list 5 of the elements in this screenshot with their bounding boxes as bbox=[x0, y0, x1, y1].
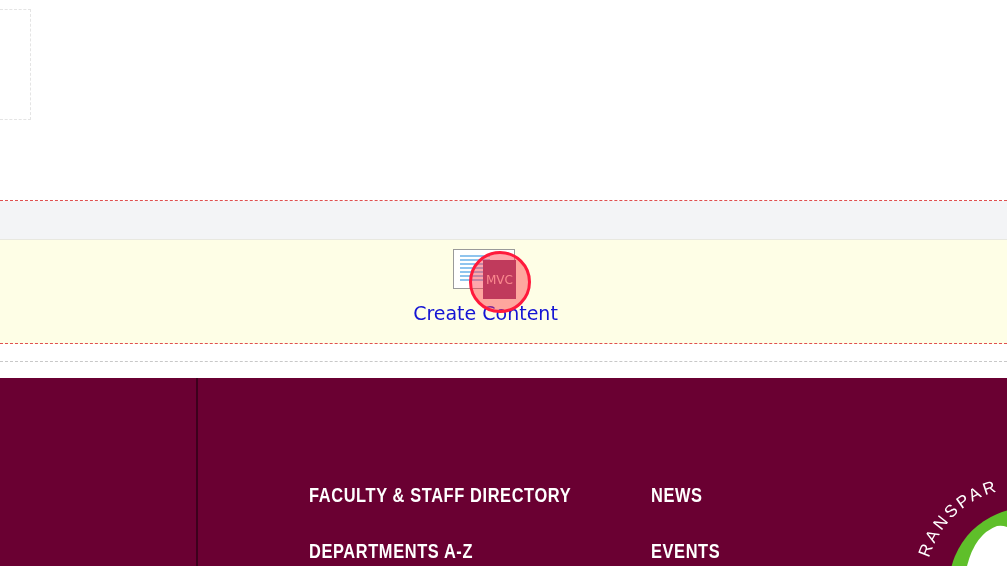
footer-link[interactable]: FACULTY & STAFF DIRECTORY bbox=[309, 482, 572, 508]
footer-link[interactable]: EVENTS bbox=[651, 538, 721, 564]
mvc-badge: MVC bbox=[483, 260, 516, 299]
footer-link[interactable]: DEPARTMENTS A-Z bbox=[309, 538, 474, 564]
footer-link[interactable]: NEWS bbox=[651, 482, 703, 508]
